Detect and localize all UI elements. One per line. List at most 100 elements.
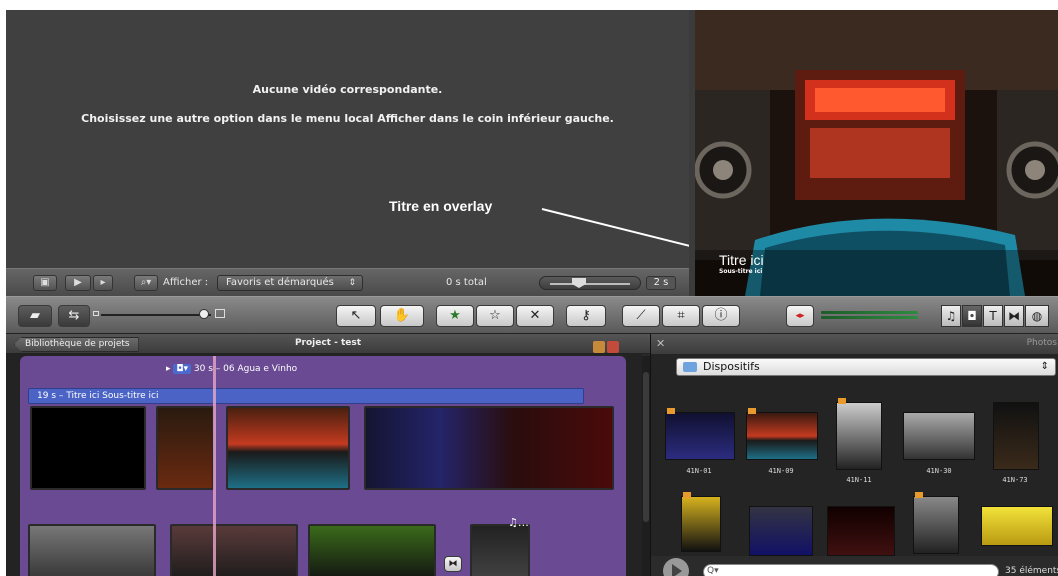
duration-value: 2 s	[646, 276, 676, 290]
pointer-icon: ↖	[350, 308, 362, 323]
project-storyboard[interactable]: ▸ ◘▾ 30 s – 06 Agua e Vinho 19 s – Titre…	[20, 356, 626, 576]
mark-favorite-button[interactable]: ★	[436, 305, 474, 327]
audio-level-meter	[821, 311, 918, 321]
fullscreen-play-button[interactable]: ▶	[65, 275, 91, 291]
play-icon	[672, 564, 682, 576]
project-scrollbar[interactable]	[642, 356, 650, 576]
info-icon: ⓘ	[714, 308, 728, 323]
empty-star-icon: ☆	[489, 308, 501, 323]
overlay-subtitle-text: Sous-titre ici	[719, 268, 763, 275]
zoom-slider[interactable]	[101, 314, 211, 316]
empty-message-hint: Choisissez une autre option dans le menu…	[81, 112, 614, 125]
key-icon: ⚷	[581, 308, 591, 323]
audio-meter-icon: ◂▸	[795, 311, 805, 321]
select-full-clip-button[interactable]: ✋	[380, 305, 424, 327]
empty-message-title: Aucune vidéo correspondante.	[252, 83, 443, 96]
maps-browser-tab[interactable]: ◍	[1025, 305, 1049, 327]
music-note-icon: ♫	[945, 309, 957, 323]
scrollbar-thumb[interactable]	[643, 372, 649, 522]
photos-browser: ✕ Photos Dispositifs ⇕ 41N-01 41N-09 41N…	[650, 334, 1058, 576]
video-camera-icon: ▰	[30, 308, 40, 323]
afficher-select[interactable]: Favoris et démarqués ⇕	[217, 275, 363, 291]
music-clip-tag: ◘▾	[173, 364, 192, 374]
unmark-button[interactable]: ☆	[476, 305, 514, 327]
clip-black[interactable]	[30, 406, 146, 490]
project-pane: Bibliothèque de projets Project - test ▸…	[6, 334, 650, 576]
video-viewer[interactable]: Titre ici Sous-titre ici	[689, 10, 1058, 296]
audio-levels-button[interactable]: ◂▸	[786, 305, 814, 327]
photo-search-input[interactable]: Q▾	[703, 564, 999, 576]
clip-microphones[interactable]	[170, 524, 298, 576]
crop-icon: ⌗	[677, 308, 685, 323]
title-t-icon: T	[989, 309, 997, 323]
keyword-button[interactable]: ⚷	[566, 305, 606, 327]
transition-icon: ⧓	[1008, 309, 1020, 323]
search-icon: ⌕▾	[140, 277, 152, 288]
clip-blue-red[interactable]	[364, 406, 614, 490]
swap-events-projects-button[interactable]: ⇆	[58, 305, 90, 327]
swap-icon: ⇆	[68, 308, 80, 323]
slider-knob[interactable]	[572, 278, 586, 288]
overlay-title-text: Titre ici	[719, 252, 764, 268]
transition-marker[interactable]: ⧓	[444, 556, 462, 572]
camera-icon: ◘	[967, 309, 977, 323]
transition-icon: ⧓	[448, 559, 458, 569]
annotation-label: Titre en overlay	[389, 198, 493, 214]
folder-icon	[683, 362, 697, 372]
item-count-label: 35 éléments	[1005, 566, 1058, 576]
project-clip-icon[interactable]	[607, 341, 619, 353]
photos-title: Photos	[1026, 338, 1057, 348]
clip-musician[interactable]	[308, 524, 436, 576]
event-library-toggle-button[interactable]: ▣	[33, 275, 57, 291]
imovie-window: Aucune vidéo correspondante. Choisissez …	[6, 10, 1058, 576]
photo-label: 41N-09	[768, 467, 794, 475]
hand-frame-icon: ✋	[393, 308, 411, 323]
music-browser-tab[interactable]: ♫	[941, 305, 961, 327]
photos-header: ✕ Photos	[651, 334, 1058, 354]
playhead[interactable]	[213, 356, 216, 576]
photo-source-select[interactable]: Dispositifs ⇕	[676, 358, 1056, 376]
project-title: Project - test	[294, 338, 362, 348]
search-icon: Q▾	[707, 566, 719, 576]
filled-star-icon: ★	[449, 308, 461, 323]
project-view-buttons[interactable]	[593, 338, 623, 353]
clip-mixing-desk[interactable]	[28, 524, 156, 576]
thumbnail-duration-slider[interactable]	[539, 276, 641, 290]
photos-browser-tab[interactable]: ◘	[962, 305, 982, 327]
event-browser: Aucune vidéo correspondante. Choisissez …	[6, 10, 689, 268]
zoom-slider-knob[interactable]	[199, 309, 209, 319]
search-menu-button[interactable]: ⌕▾	[134, 275, 158, 291]
photo-label: 41N-11	[846, 476, 872, 484]
x-icon: ✕	[529, 308, 541, 323]
clip-studio[interactable]	[226, 406, 350, 490]
close-icon[interactable]: ✕	[656, 337, 665, 350]
transitions-browser-tab[interactable]: ⧓	[1004, 305, 1024, 327]
reject-button[interactable]: ✕	[516, 305, 554, 327]
photo-label: 41N-01	[686, 467, 712, 475]
afficher-label: Afficher :	[163, 277, 209, 288]
select-tool-button[interactable]: ↖	[336, 305, 376, 327]
voiceover-button[interactable]: ⟋	[622, 305, 660, 327]
background-music-label: ▸ ◘▾ 30 s – 06 Agua e Vinho	[166, 364, 298, 374]
music-note-icon: ♫…	[508, 516, 529, 529]
globe-icon: ◍	[1031, 309, 1043, 323]
crop-button[interactable]: ⌗	[662, 305, 700, 327]
chevron-updown-icon: ⇕	[1040, 361, 1049, 372]
play-button[interactable]: ▸	[93, 275, 113, 291]
afficher-select-value: Favoris et démarqués	[226, 277, 334, 288]
clip-candle[interactable]	[156, 406, 214, 490]
title-clip-bar[interactable]: 19 s – Titre ici Sous-titre ici	[28, 388, 584, 404]
small-frame-icon	[93, 311, 99, 316]
photo-label: 41N-30	[926, 467, 952, 475]
titles-browser-tab[interactable]: T	[983, 305, 1003, 327]
clip-guitar[interactable]	[470, 524, 530, 576]
inspector-button[interactable]: ⓘ	[702, 305, 740, 327]
microphone-icon: ⟋	[636, 308, 646, 323]
project-view-icon[interactable]	[593, 341, 605, 353]
music-clip-text: 30 s – 06 Agua e Vinho	[193, 364, 298, 374]
large-frame-icon	[215, 309, 225, 318]
camera-import-button[interactable]: ▰	[18, 305, 52, 327]
photo-label: 41N-73	[1002, 476, 1028, 484]
event-browser-bar: ▣ ▶ ▸ ⌕▾ Afficher : Favoris et démarqués…	[6, 268, 689, 296]
total-duration-label: 0 s total	[446, 277, 487, 288]
